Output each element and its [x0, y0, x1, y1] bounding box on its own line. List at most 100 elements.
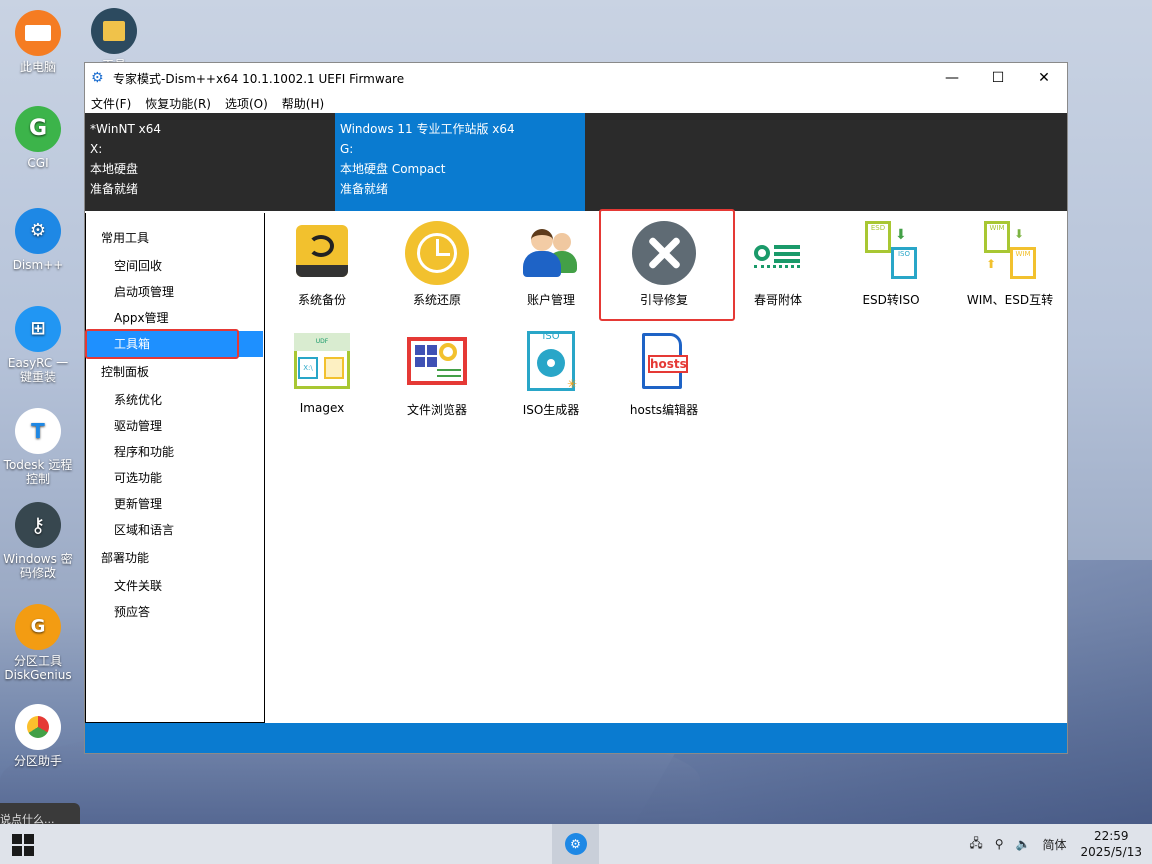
desktop-icon-this-pc[interactable]: 此电脑 [0, 10, 76, 74]
nav-group-deploy[interactable]: 部署功能 [86, 543, 264, 573]
nav-group-common-tools[interactable]: 常用工具 [86, 223, 264, 253]
desktop-icon-dism[interactable]: ⚙ Dism++ [0, 208, 76, 272]
left-navigation: 常用工具 空间回收 启动项管理 Appx管理 工具箱 控制面板 系统优化 驱动管… [85, 213, 265, 723]
gear-icon: ⚙ [564, 833, 587, 855]
desktop-icon-partition-assistant[interactable]: 分区助手 [0, 704, 76, 768]
nav-item-space-reclaim[interactable]: 空间回收 [86, 253, 264, 279]
system-panel-windows11[interactable]: Windows 11 专业工作站版 x64 G: 本地硬盘 Compact 准备… [335, 113, 585, 211]
tool-label: 账户管理 [526, 293, 575, 307]
tool-esd-to-iso[interactable]: ESD ⬇ ISO ESD转ISO [836, 221, 946, 308]
tool-wim-esd-convert[interactable]: WIM ⬇ ⬆ WIM WIM、ESD互转 [951, 221, 1069, 308]
toolbox-icon [91, 8, 137, 54]
menu-options[interactable]: 选项(O) [225, 95, 268, 112]
desktop-icon-easyrc[interactable]: ⊞ EasyRC 一键重装 [0, 306, 76, 384]
system-drive: X: [90, 142, 103, 156]
nav-item-region-language[interactable]: 区域和语言 [86, 517, 264, 543]
menu-restore[interactable]: 恢复功能(R) [145, 95, 211, 112]
esd-iso-icon: ESD ⬇ ISO [859, 221, 923, 285]
nav-item-answer-file[interactable]: 预应答 [86, 599, 264, 625]
esd-badge: ESD [865, 221, 891, 253]
file-browser-icon [405, 331, 469, 395]
network-icon[interactable]: 🖧 [969, 834, 982, 855]
system-status: 准备就绪 [90, 182, 139, 196]
wim-esd-icon: WIM ⬇ ⬆ WIM [978, 221, 1042, 285]
tool-hosts-editor[interactable]: hosts hosts编辑器 [609, 331, 719, 418]
todesk-icon: T [15, 408, 61, 454]
ime-indicator[interactable]: 简体 [1042, 836, 1066, 853]
taskbar: ⚙ 🖧 ⚲ 🔈 简体 22:59 2025/5/13 [0, 824, 1152, 864]
desktop-icon-todesk[interactable]: T Todesk 远程控制 [0, 408, 76, 486]
nav-group-control-panel[interactable]: 控制面板 [86, 357, 264, 387]
tool-chunge[interactable]: 春哥附体 [723, 221, 833, 308]
desktop-icon-label: CGI [27, 156, 49, 170]
tool-system-backup[interactable]: 系统备份 [267, 221, 377, 308]
restore-clock-icon [405, 221, 469, 285]
sparkle-icon: ✳ [567, 377, 578, 391]
tool-file-browser[interactable]: 文件浏览器 [382, 331, 492, 418]
desktop-icon-password[interactable]: ⚷ Windows 密码修改 [0, 502, 76, 580]
nav-item-optional-features[interactable]: 可选功能 [86, 465, 264, 491]
clock-date: 2025/5/13 [1080, 845, 1142, 859]
content-area: 常用工具 空间回收 启动项管理 Appx管理 工具箱 控制面板 系统优化 驱动管… [85, 209, 1069, 723]
privilege-icon [746, 221, 810, 285]
menu-help[interactable]: 帮助(H) [282, 95, 324, 112]
desktop-icon-cgi[interactable]: G CGI [0, 106, 76, 170]
tool-label: 春哥附体 [753, 293, 802, 307]
tool-account-management[interactable]: 账户管理 [496, 221, 606, 308]
iso-label: ISO [542, 331, 560, 342]
usb-icon[interactable]: ⚲ [995, 837, 1004, 851]
desktop-icon-diskgenius[interactable]: G 分区工具 DiskGenius [0, 604, 76, 682]
system-drive: G: [340, 142, 354, 156]
nav-item-programs[interactable]: 程序和功能 [86, 439, 264, 465]
toolbox-panel: 系统备份 系统还原 账户管理 引导修复 春哥附体 ESD ⬇ ISO ESD转I… [265, 209, 1069, 723]
clock-time: 22:59 [1093, 829, 1129, 843]
diskgenius-icon: G [15, 604, 61, 650]
computer-icon [15, 10, 61, 56]
maximize-icon: ☐ [991, 70, 1005, 86]
nav-item-file-association[interactable]: 文件关联 [86, 573, 264, 599]
close-icon: ✕ [1038, 70, 1050, 86]
start-button[interactable] [12, 834, 34, 856]
tool-label: ISO生成器 [522, 403, 580, 417]
system-panel-winnt[interactable]: *WinNT x64 X: 本地硬盘 准备就绪 [85, 113, 335, 211]
close-button[interactable]: ✕ [1021, 63, 1067, 93]
desktop-icon-label: EasyRC 一键重装 [7, 356, 69, 384]
menu-file[interactable]: 文件(F) [91, 95, 131, 112]
imagex-icon: UDF X:\ [290, 331, 354, 395]
iso-badge: ISO [891, 247, 917, 279]
tool-iso-maker[interactable]: ISO ✳ ISO生成器 [496, 331, 606, 418]
dism-window[interactable]: ⚙ 专家模式-Dism++x64 10.1.1002.1 UEFI Firmwa… [84, 62, 1068, 754]
minimize-icon: — [945, 70, 959, 86]
desktop-icon-label: Windows 密码修改 [3, 552, 73, 580]
highlight-toolbox-nav [85, 329, 239, 359]
highlight-boot-repair [599, 209, 735, 321]
nav-item-startup[interactable]: 启动项管理 [86, 279, 264, 305]
system-disk-type: 本地硬盘 [90, 162, 139, 176]
key-icon: ⚷ [15, 502, 61, 548]
tool-label: Imagex [299, 401, 345, 415]
hosts-badge: hosts [648, 355, 688, 373]
tool-system-restore[interactable]: 系统还原 [382, 221, 492, 308]
clock[interactable]: 22:59 2025/5/13 [1080, 828, 1142, 860]
nav-item-system-optimize[interactable]: 系统优化 [86, 387, 264, 413]
nav-item-appx[interactable]: Appx管理 [86, 305, 264, 331]
desktop-icon-label: Todesk 远程控制 [3, 458, 73, 486]
maximize-button[interactable]: ☐ [975, 63, 1021, 93]
tool-imagex[interactable]: UDF X:\ Imagex [267, 331, 377, 415]
taskbar-dism-app[interactable]: ⚙ [552, 824, 599, 864]
hosts-icon: hosts [632, 331, 696, 395]
volume-icon[interactable]: 🔈 [1016, 837, 1031, 851]
nav-item-drivers[interactable]: 驱动管理 [86, 413, 264, 439]
system-tray: 🖧 ⚲ 🔈 简体 22:59 2025/5/13 [963, 824, 1152, 864]
tool-label: hosts编辑器 [629, 403, 699, 417]
minimize-button[interactable]: — [929, 63, 975, 93]
app-gear-icon: ⚙ [91, 70, 104, 86]
nav-item-updates[interactable]: 更新管理 [86, 491, 264, 517]
tool-label: 系统还原 [412, 293, 461, 307]
system-disk-type: 本地硬盘 Compact [340, 162, 446, 176]
status-bar [85, 723, 1067, 753]
tool-label: 系统备份 [297, 293, 346, 307]
title-bar[interactable]: ⚙ 专家模式-Dism++x64 10.1.1002.1 UEFI Firmwa… [85, 63, 1067, 93]
arrow-down-icon: ⬇ [895, 227, 907, 243]
arrow-up-icon: ⬆ [986, 257, 997, 271]
